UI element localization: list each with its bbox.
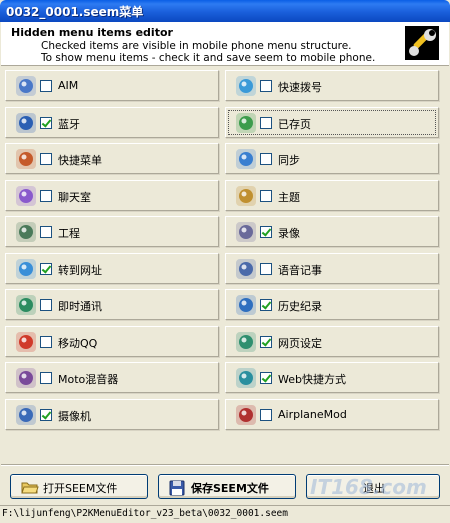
status-bar: F:\lijunfeng\P2KMenuEditor_v23_beta\0032… bbox=[0, 505, 450, 523]
save-seem-label: 保存SEEM文件 bbox=[191, 482, 269, 495]
menu-item-checkbox[interactable] bbox=[260, 189, 272, 202]
menu-item-label: 已存页 bbox=[278, 117, 311, 131]
title-bar[interactable]: 0032_0001.seem菜单 bbox=[0, 0, 450, 22]
voice-note-icon bbox=[235, 258, 257, 280]
menu-item-checkbox[interactable] bbox=[40, 408, 52, 421]
menu-item-19[interactable]: AirplaneMod bbox=[225, 398, 439, 430]
menu-item-checkbox[interactable] bbox=[40, 335, 52, 348]
menu-item-checkbox[interactable] bbox=[260, 408, 272, 421]
airplane-mode-icon bbox=[235, 404, 257, 426]
menu-item-checkbox[interactable] bbox=[260, 80, 272, 92]
menu-item-label: 网页设定 bbox=[278, 336, 322, 350]
theme-icon bbox=[235, 185, 257, 207]
menu-item-label: 语音记事 bbox=[278, 263, 322, 277]
menu-item-15[interactable]: 网页设定 bbox=[225, 325, 439, 357]
menu-item-13[interactable]: 历史纪录 bbox=[225, 289, 439, 320]
menu-item-6[interactable]: 聊天室 bbox=[5, 179, 219, 211]
menu-item-label: 快速拨号 bbox=[278, 81, 322, 94]
menu-item-label: 摄像机 bbox=[58, 409, 91, 423]
sync-icon bbox=[235, 148, 257, 170]
description-line-2: To show menu items - check it and save s… bbox=[41, 52, 376, 64]
editor-title: Hidden menu items editor bbox=[11, 26, 173, 39]
header-panel: Hidden menu items editor Checked items a… bbox=[1, 22, 449, 66]
editor-description: Checked items are visible in mobile phon… bbox=[41, 40, 375, 64]
menu-item-4[interactable]: 快捷菜单 bbox=[5, 143, 219, 174]
file-path: F:\lijunfeng\P2KMenuEditor_v23_beta\0032… bbox=[2, 508, 288, 519]
menu-item-label: 工程 bbox=[58, 227, 80, 240]
menu-item-7[interactable]: 主题 bbox=[225, 179, 439, 211]
menu-item-checkbox[interactable] bbox=[40, 189, 52, 202]
svg-text:IT168.com: IT168.com bbox=[310, 475, 427, 499]
menu-item-label: 即时通讯 bbox=[58, 300, 102, 313]
menu-item-14[interactable]: 移动QQ bbox=[5, 325, 219, 357]
menu-item-3[interactable]: 已存页 bbox=[225, 106, 439, 138]
menu-item-12[interactable]: 即时通讯 bbox=[5, 289, 219, 320]
divider bbox=[1, 464, 449, 466]
menu-item-label: AirplaneMod bbox=[278, 407, 347, 421]
chat-room-icon bbox=[15, 185, 37, 207]
menu-item-checkbox[interactable] bbox=[40, 372, 52, 384]
menu-item-5[interactable]: 同步 bbox=[225, 143, 439, 174]
engineering-icon bbox=[15, 221, 37, 243]
web-settings-icon bbox=[235, 331, 257, 353]
goto-url-icon bbox=[15, 258, 37, 280]
menu-item-checkbox[interactable] bbox=[260, 335, 272, 348]
menu-item-8[interactable]: 工程 bbox=[5, 216, 219, 247]
saved-pages-icon bbox=[235, 112, 257, 134]
save-seem-button[interactable]: 保存SEEM文件 bbox=[158, 474, 296, 499]
bluetooth-icon bbox=[15, 112, 37, 134]
menu-item-label: 主题 bbox=[278, 190, 300, 204]
menu-item-2[interactable]: 蓝牙 bbox=[5, 106, 219, 138]
menu-item-label: Moto混音器 bbox=[58, 373, 119, 386]
menu-item-checkbox[interactable] bbox=[40, 153, 52, 165]
open-seem-button[interactable]: 打开SEEM文件 bbox=[10, 474, 148, 499]
menu-item-checkbox[interactable] bbox=[40, 80, 52, 92]
window-title: 0032_0001.seem菜单 bbox=[6, 5, 144, 19]
menu-item-checkbox[interactable] bbox=[40, 299, 52, 311]
menu-item-label: 蓝牙 bbox=[58, 117, 80, 131]
menu-item-label: 同步 bbox=[278, 154, 300, 167]
menu-item-17[interactable]: Web快捷方式 bbox=[225, 362, 439, 393]
video-record-icon bbox=[235, 221, 257, 243]
menu-item-checkbox[interactable] bbox=[260, 153, 272, 165]
menu-item-18[interactable]: 摄像机 bbox=[5, 398, 219, 430]
description-line-1: Checked items are visible in mobile phon… bbox=[41, 40, 352, 52]
wrench-icon bbox=[405, 26, 439, 60]
moto-mixer-icon bbox=[15, 367, 37, 389]
menu-item-label: 历史纪录 bbox=[278, 300, 322, 313]
menu-item-9[interactable]: 录像 bbox=[225, 216, 439, 247]
menu-item-label: Web快捷方式 bbox=[278, 373, 346, 386]
menu-item-checkbox[interactable] bbox=[260, 299, 272, 311]
menu-item-label: AIM bbox=[58, 79, 79, 92]
menu-item-label: 聊天室 bbox=[58, 190, 91, 204]
menu-item-0[interactable]: AIM bbox=[5, 70, 219, 101]
menu-item-16[interactable]: Moto混音器 bbox=[5, 362, 219, 393]
menu-item-checkbox[interactable] bbox=[260, 262, 272, 275]
save-disk-icon bbox=[169, 480, 185, 496]
instant-messaging-icon bbox=[15, 294, 37, 316]
menu-item-checkbox[interactable] bbox=[260, 226, 272, 238]
menu-item-checkbox[interactable] bbox=[40, 226, 52, 238]
mobile-qq-icon bbox=[15, 331, 37, 353]
menu-item-label: 移动QQ bbox=[58, 336, 98, 350]
shortcut-menu-icon bbox=[15, 148, 37, 170]
open-folder-icon bbox=[21, 480, 39, 494]
history-icon bbox=[235, 294, 257, 316]
menu-item-checkbox[interactable] bbox=[40, 116, 52, 129]
menu-item-1[interactable]: 快速拨号 bbox=[225, 70, 439, 101]
menu-item-checkbox[interactable] bbox=[260, 372, 272, 384]
menu-item-label: 快捷菜单 bbox=[58, 154, 102, 167]
menu-item-label: 录像 bbox=[278, 227, 300, 240]
web-shortcut-icon bbox=[235, 367, 257, 389]
camera-icon bbox=[15, 404, 37, 426]
speed-dial-icon bbox=[235, 75, 257, 97]
menu-item-10[interactable]: 转到网址 bbox=[5, 252, 219, 284]
watermark-logo: IT168.com bbox=[308, 472, 448, 502]
menu-item-11[interactable]: 语音记事 bbox=[225, 252, 439, 284]
open-seem-label: 打开SEEM文件 bbox=[43, 482, 118, 495]
menu-item-checkbox[interactable] bbox=[40, 262, 52, 275]
menu-item-checkbox[interactable] bbox=[260, 116, 272, 129]
menu-item-label: 转到网址 bbox=[58, 263, 102, 277]
aim-icon bbox=[15, 75, 37, 97]
